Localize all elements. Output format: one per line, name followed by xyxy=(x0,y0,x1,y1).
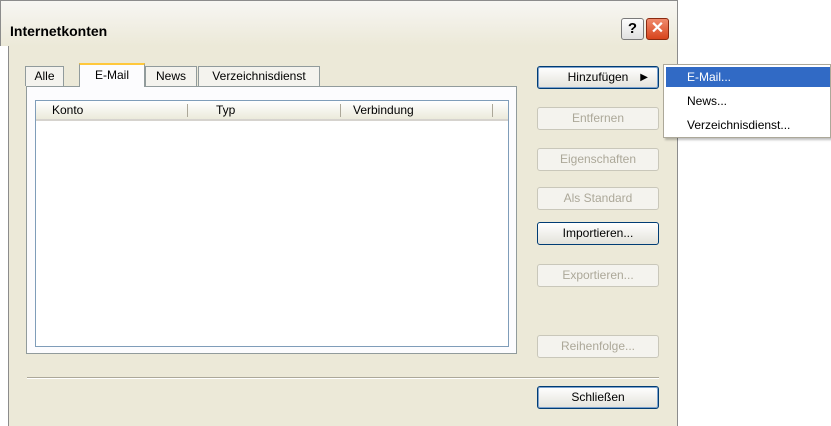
internet-accounts-dialog: Internetkonten ? ✕ Alle E-Mail News Verz… xyxy=(0,0,678,426)
column-header-typ[interactable]: Typ xyxy=(188,101,341,121)
order-button-label: Reihenfolge... xyxy=(560,339,636,353)
accounts-list[interactable]: Konto Typ Verbindung xyxy=(35,100,509,347)
dialog-body: Alle E-Mail News Verzeichnisdienst Konto… xyxy=(8,46,678,426)
tab-label: News xyxy=(155,69,186,83)
tab-alle[interactable]: Alle xyxy=(25,66,64,86)
close-button[interactable]: Schließen xyxy=(537,386,659,409)
tab-panel: Konto Typ Verbindung xyxy=(26,86,517,354)
export-button[interactable]: Exportieren... xyxy=(537,264,659,287)
column-header-konto[interactable]: Konto xyxy=(36,101,188,121)
import-button-label: Importieren... xyxy=(562,226,634,240)
tab-label: Alle xyxy=(34,69,55,83)
set-default-button[interactable]: Als Standard xyxy=(537,187,659,210)
column-label: Konto xyxy=(52,103,84,117)
menu-item-news[interactable]: News... xyxy=(666,91,830,111)
help-button[interactable]: ? xyxy=(621,18,644,40)
set-default-button-label: Als Standard xyxy=(563,191,633,205)
close-button-label: Schließen xyxy=(571,390,625,404)
title-bar[interactable]: Internetkonten ? ✕ xyxy=(0,0,678,46)
column-header-verbindung[interactable]: Verbindung xyxy=(341,101,493,121)
properties-button-label: Eigenschaften xyxy=(559,152,637,166)
add-button-label: Hinzufügen xyxy=(567,70,629,84)
menu-item-label: Verzeichnisdienst... xyxy=(687,118,791,132)
order-button[interactable]: Reihenfolge... xyxy=(537,335,659,358)
tab-news[interactable]: News xyxy=(145,66,197,86)
divider xyxy=(27,377,659,379)
tab-label: Verzeichnisdienst xyxy=(212,69,306,83)
submenu-arrow-icon: ▶ xyxy=(640,72,648,83)
tab-verzeichnisdienst[interactable]: Verzeichnisdienst xyxy=(198,66,320,86)
window-title: Internetkonten xyxy=(10,23,108,39)
remove-button[interactable]: Entfernen xyxy=(537,107,659,130)
help-icon: ? xyxy=(627,20,638,37)
export-button-label: Exportieren... xyxy=(562,268,634,282)
import-button[interactable]: Importieren... xyxy=(537,222,659,245)
close-window-button[interactable]: ✕ xyxy=(646,18,669,40)
add-submenu: E-Mail... News... Verzeichnisdienst... xyxy=(663,64,831,138)
menu-item-label: E-Mail... xyxy=(687,70,732,84)
add-button[interactable]: Hinzufügen ▶ xyxy=(537,66,659,89)
column-label: Typ xyxy=(216,103,236,117)
tab-email[interactable]: E-Mail xyxy=(79,63,145,87)
tab-label: E-Mail xyxy=(94,68,129,82)
menu-item-verzeichnisdienst[interactable]: Verzeichnisdienst... xyxy=(666,115,830,135)
properties-button[interactable]: Eigenschaften xyxy=(537,148,659,171)
menu-item-label: News... xyxy=(687,94,728,108)
column-label: Verbindung xyxy=(353,103,414,117)
close-icon: ✕ xyxy=(650,20,665,37)
menu-item-email[interactable]: E-Mail... xyxy=(666,67,830,87)
column-header-filler xyxy=(493,101,508,121)
remove-button-label: Entfernen xyxy=(571,111,625,125)
